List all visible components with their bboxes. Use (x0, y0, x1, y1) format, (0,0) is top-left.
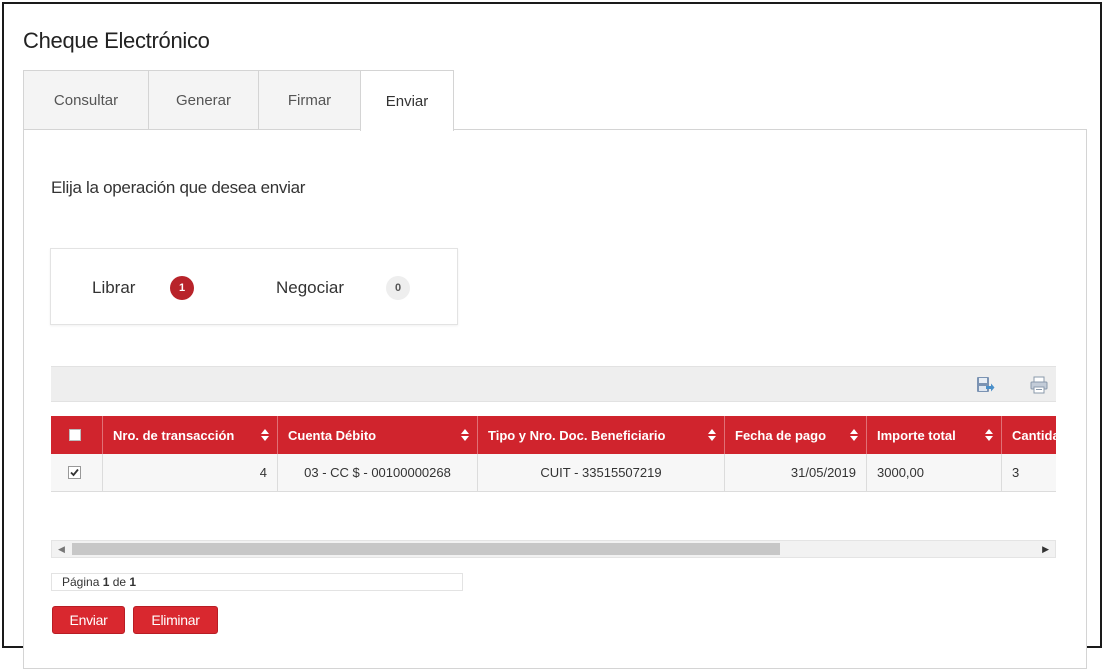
delete-button[interactable]: Eliminar (133, 606, 218, 634)
sort-icon (985, 429, 993, 441)
header-cuenta-debito[interactable]: Cuenta Débito (278, 416, 478, 454)
cell-fecha-pago: 31/05/2019 (725, 454, 867, 491)
checkmark-icon (70, 468, 79, 477)
tab-consultar[interactable]: Consultar (23, 70, 149, 129)
pager-total: 1 (129, 575, 137, 589)
header-label: Cuenta Débito (288, 427, 377, 443)
export-icon[interactable] (975, 375, 995, 395)
negociar-count-badge: 0 (386, 276, 410, 300)
print-icon[interactable] (1029, 375, 1049, 395)
cell-nro-transaccion: 4 (103, 454, 278, 491)
pager-prefix: Página (62, 575, 103, 589)
instructions-text: Elija la operación que desea enviar (51, 178, 306, 197)
page-title: Cheque Electrónico (23, 28, 210, 53)
pagination-info: Página 1 de 1 (51, 573, 463, 591)
tab-firmar[interactable]: Firmar (258, 70, 361, 129)
cell-cuenta-debito: 03 - CC $ - 00100000268 (278, 454, 478, 491)
tab-enviar[interactable]: Enviar (360, 70, 454, 131)
sort-icon (850, 429, 858, 441)
header-label: Nro. de transacción (113, 427, 235, 443)
sort-icon (461, 429, 469, 441)
header-fecha-pago[interactable]: Fecha de pago (725, 416, 867, 454)
cell-importe-total: 3000,00 (867, 454, 1002, 491)
scroll-left-icon[interactable]: ◀ (58, 544, 65, 555)
librar-count-badge: 1 (170, 276, 194, 300)
header-label: Tipo y Nro. Doc. Beneficiario (488, 427, 666, 443)
scroll-thumb[interactable] (72, 543, 780, 555)
operations-table: Nro. de transacción Cuenta Débito Tipo y… (51, 416, 1056, 496)
cell-cantidad: 3 (1012, 465, 1020, 480)
select-all-cell (51, 416, 103, 454)
grid-toolbar (51, 366, 1056, 402)
sort-icon (261, 429, 269, 441)
send-button[interactable]: Enviar (52, 606, 125, 634)
select-all-checkbox[interactable] (69, 429, 81, 441)
tab-generar[interactable]: Generar (148, 70, 259, 129)
header-nro-transaccion[interactable]: Nro. de transacción (103, 416, 278, 454)
operation-librar[interactable]: Librar (92, 278, 135, 298)
row-select-cell (51, 454, 103, 491)
header-doc-beneficiario[interactable]: Tipo y Nro. Doc. Beneficiario (478, 416, 725, 454)
horizontal-scrollbar[interactable]: ◀ ▶ (51, 540, 1056, 558)
header-cantidad[interactable]: Cantida (1002, 416, 1056, 454)
row-checkbox[interactable] (68, 466, 81, 479)
header-label: Importe total (877, 427, 956, 443)
table-header: Nro. de transacción Cuenta Débito Tipo y… (51, 416, 1056, 454)
header-label: Cantida (1012, 427, 1056, 443)
cell-doc-beneficiario: CUIT - 33515507219 (478, 454, 725, 491)
operation-negociar[interactable]: Negociar (276, 278, 344, 298)
header-importe-total[interactable]: Importe total (867, 416, 1002, 454)
scroll-right-icon[interactable]: ▶ (1042, 544, 1049, 555)
sort-icon (708, 429, 716, 441)
table-row[interactable]: 4 03 - CC $ - 00100000268 CUIT - 3351550… (51, 454, 1056, 492)
header-label: Fecha de pago (735, 427, 827, 443)
pager-middle: de (109, 575, 130, 589)
